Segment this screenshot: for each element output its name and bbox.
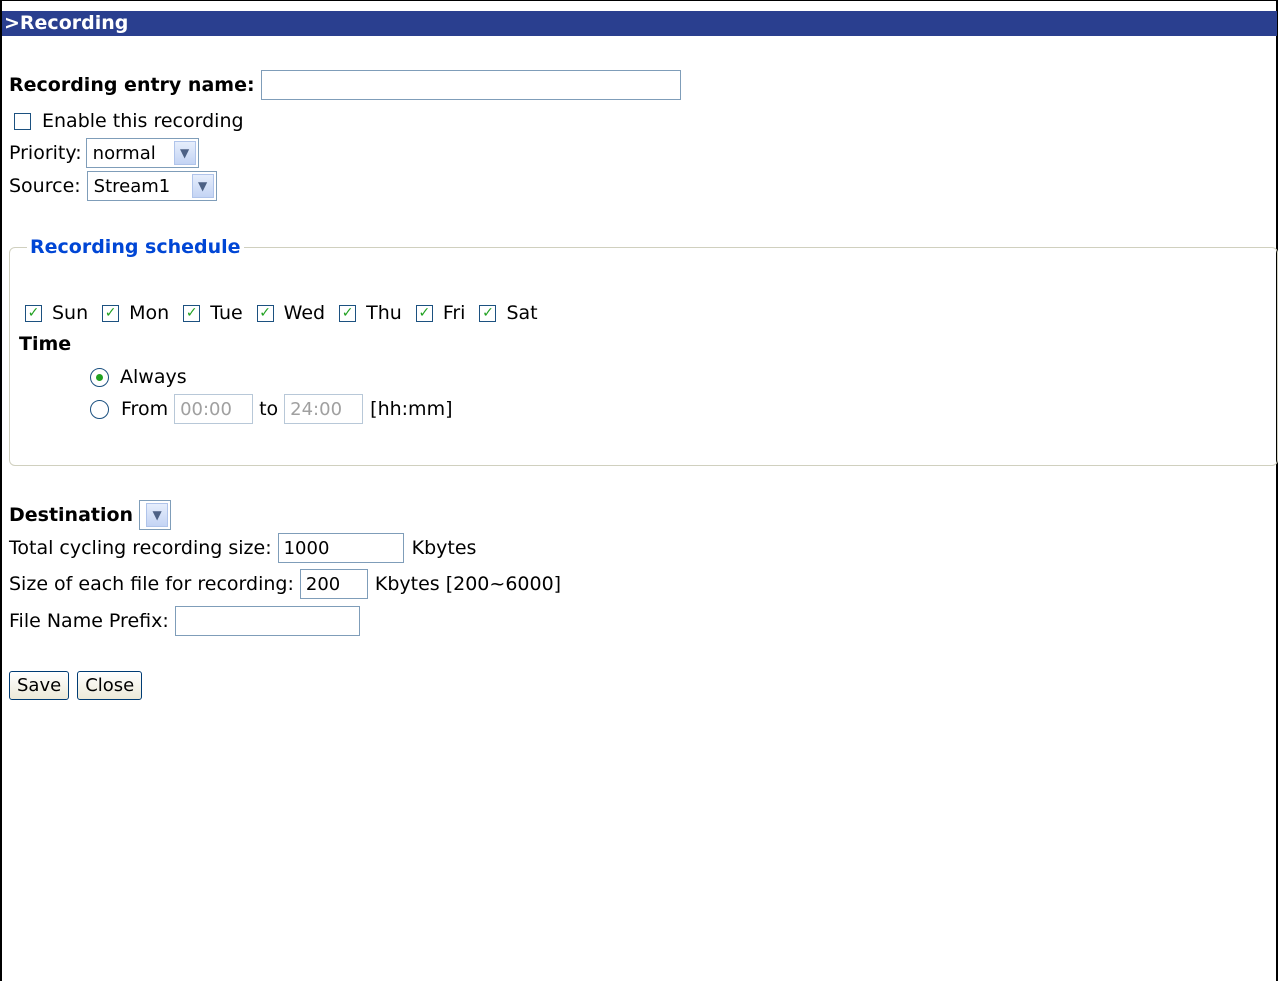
destination-select[interactable]: ▼ (139, 500, 172, 530)
chevron-down-icon: ▼ (173, 141, 196, 165)
file-size-unit: Kbytes [200~6000] (374, 573, 562, 595)
cycling-size-input[interactable] (277, 533, 404, 563)
entry-name-input[interactable] (260, 70, 681, 100)
always-radio[interactable] (90, 367, 109, 387)
always-label: Always (120, 366, 187, 388)
prefix-row: File Name Prefix: (9, 606, 360, 636)
source-row: Source: Stream1 ▼ (9, 171, 217, 201)
chevron-down-icon: ▼ (191, 174, 214, 198)
always-row: Always (90, 366, 187, 388)
button-row: Save Close (9, 671, 150, 700)
day-label-tue: Tue (210, 302, 243, 324)
from-radio[interactable] (90, 399, 109, 419)
file-size-label: Size of each file for recording: (9, 573, 294, 595)
day-label-sat: Sat (506, 302, 538, 324)
day-label-fri: Fri (442, 302, 466, 324)
time-format-hint: [hh:mm] (370, 398, 453, 420)
recording-schedule-group: Recording schedule (9, 236, 1278, 466)
to-label: to (259, 398, 279, 420)
priority-label: Priority: (9, 142, 82, 164)
from-time-input[interactable] (174, 394, 254, 424)
source-label: Source: (9, 175, 81, 197)
page-title: >Recording (2, 11, 1277, 36)
priority-select[interactable]: normal ▼ (85, 138, 199, 168)
chevron-down-icon: ▼ (146, 503, 169, 527)
enable-checkbox[interactable] (14, 112, 31, 130)
schedule-legend: Recording schedule (30, 236, 241, 258)
destination-row: Destination ▼ (9, 500, 172, 530)
enable-row: Enable this recording (14, 110, 244, 132)
priority-value: normal (92, 142, 156, 164)
day-checkbox-wed[interactable]: ✓ (256, 304, 274, 322)
save-button[interactable]: Save (9, 671, 70, 700)
cycling-size-unit: Kbytes (411, 537, 477, 559)
prefix-label: File Name Prefix: (9, 610, 169, 632)
cycling-size-row: Total cycling recording size: Kbytes (9, 533, 476, 563)
day-checkbox-fri[interactable]: ✓ (415, 304, 433, 322)
from-row: From to [hh:mm] (90, 394, 452, 424)
priority-row: Priority: normal ▼ (9, 138, 199, 168)
file-size-row: Size of each file for recording: Kbytes … (9, 569, 561, 599)
source-select[interactable]: Stream1 ▼ (86, 171, 217, 201)
entry-name-label: Recording entry name: (9, 74, 255, 96)
day-label-thu: Thu (366, 302, 402, 324)
radio-selected-dot (96, 373, 103, 381)
time-label: Time (19, 333, 72, 355)
day-label-sun: Sun (52, 302, 89, 324)
days-row: ✓ Sun ✓ Mon ✓ Tue ✓ Wed ✓ Thu ✓ Fri ✓ Sat (25, 302, 538, 324)
day-checkbox-thu[interactable]: ✓ (339, 304, 357, 322)
day-checkbox-sun[interactable]: ✓ (25, 304, 42, 322)
entry-name-row: Recording entry name: (9, 70, 681, 100)
day-checkbox-sat[interactable]: ✓ (479, 304, 497, 322)
close-button[interactable]: Close (77, 671, 143, 700)
day-label-wed: Wed (283, 302, 326, 324)
destination-label: Destination (9, 504, 134, 526)
to-time-input[interactable] (284, 394, 364, 424)
day-label-mon: Mon (129, 302, 170, 324)
day-checkbox-tue[interactable]: ✓ (183, 304, 201, 322)
enable-label: Enable this recording (42, 110, 244, 132)
day-checkbox-mon[interactable]: ✓ (102, 304, 120, 322)
source-value: Stream1 (93, 175, 171, 197)
from-label: From (121, 398, 169, 420)
cycling-size-label: Total cycling recording size: (9, 537, 272, 559)
file-size-input[interactable] (299, 569, 368, 599)
prefix-input[interactable] (174, 606, 360, 636)
